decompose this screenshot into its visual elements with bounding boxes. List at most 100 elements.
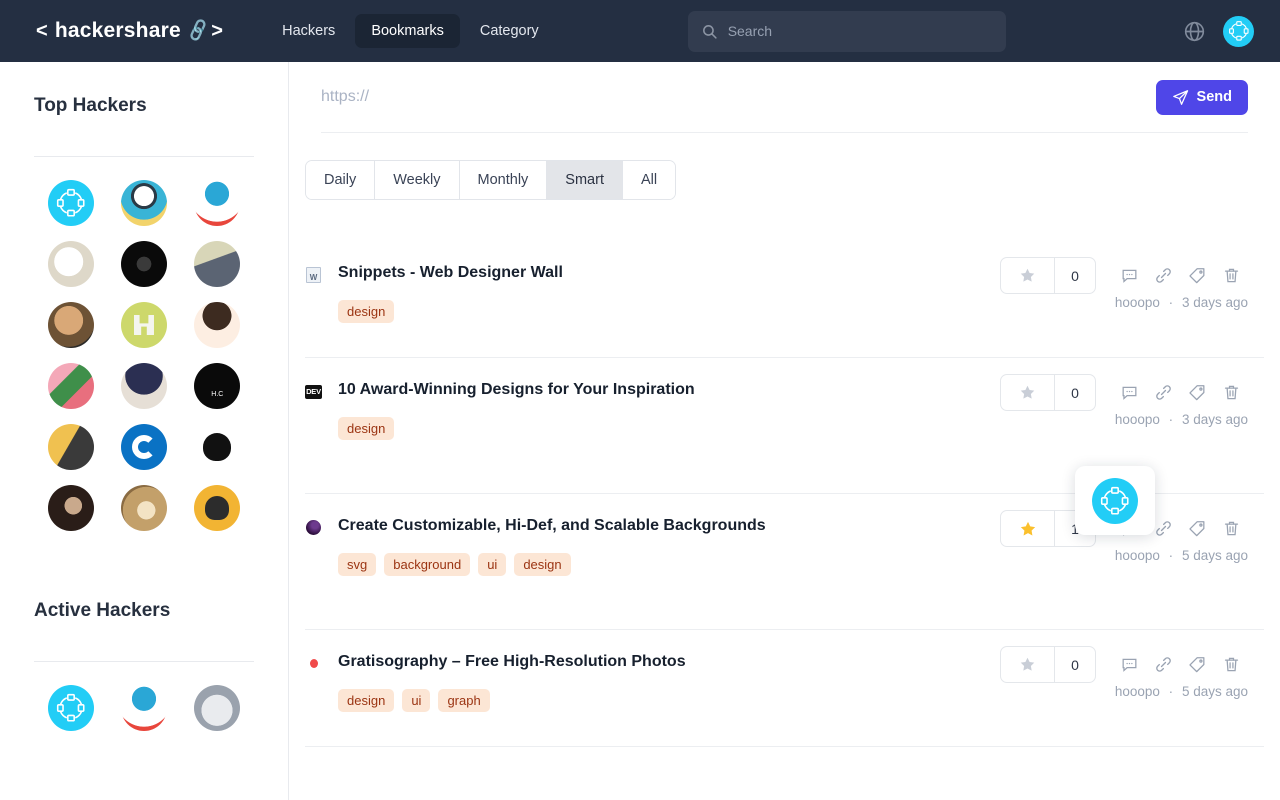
nav-item-bookmarks[interactable]: Bookmarks (355, 14, 460, 48)
hacker-avatar-16[interactable] (47, 485, 94, 531)
section-divider (34, 156, 254, 157)
hacker-avatar-18[interactable] (194, 485, 241, 531)
bookmark-actions: 0 (1000, 257, 1248, 294)
app-header: < hackershare 🔗 > Hackers Bookmarks Cate… (0, 0, 1280, 62)
meta-separator: · (1168, 412, 1174, 427)
tag-chip[interactable]: svg (338, 552, 377, 576)
send-button[interactable]: Send (1155, 79, 1248, 115)
bookmark-time: 5 days ago (1181, 548, 1248, 563)
comment-icon[interactable] (1112, 376, 1146, 410)
hacker-avatar-5[interactable] (120, 241, 167, 287)
hackershare-logo-icon (56, 693, 85, 722)
star-button[interactable] (1001, 375, 1055, 410)
tab-monthly[interactable]: Monthly (459, 161, 548, 199)
star-rate-group: 0 (1000, 257, 1096, 294)
bookmark-author[interactable]: hooopo (1115, 684, 1160, 699)
link-icon[interactable] (1146, 376, 1180, 410)
hacker-avatar-10[interactable] (47, 363, 94, 409)
bookmark-actions: 0 (1000, 374, 1248, 411)
tag-icon[interactable] (1180, 512, 1214, 546)
bookmark-tags: svg background ui design (338, 552, 1248, 576)
meta-separator: · (1168, 548, 1174, 563)
bookmark-title[interactable]: Create Customizable, Hi-Def, and Scalabl… (338, 516, 766, 537)
trash-icon[interactable] (1214, 259, 1248, 293)
active-hacker-avatar-1[interactable] (47, 685, 94, 731)
comment-icon[interactable] (1112, 259, 1146, 293)
star-count[interactable]: 0 (1055, 647, 1095, 682)
trash-icon[interactable] (1214, 512, 1248, 546)
tag-chip[interactable]: design (514, 552, 571, 576)
link-icon[interactable] (1146, 648, 1180, 682)
active-hacker-avatar-2[interactable] (120, 685, 167, 731)
bookmark-title[interactable]: Gratisography – Free High-Resolution Pho… (338, 652, 686, 673)
tag-icon[interactable] (1180, 376, 1214, 410)
link-icon[interactable] (1146, 259, 1180, 293)
hacker-avatar-17[interactable] (120, 485, 167, 531)
hackershare-logo-icon (1228, 21, 1249, 41)
tag-icon[interactable] (1180, 259, 1214, 293)
brand-logo[interactable]: < hackershare 🔗 > (36, 18, 224, 43)
hacker-avatar-15[interactable] (194, 424, 241, 470)
tag-chip[interactable]: graph (438, 688, 490, 712)
active-hacker-avatar-3[interactable] (194, 685, 241, 731)
hacker-avatar-14[interactable] (120, 424, 167, 470)
send-button-label: Send (1196, 89, 1232, 105)
tag-chip[interactable]: background (384, 552, 471, 576)
hacker-avatar-13[interactable] (47, 424, 94, 470)
bookmark-tags: design (338, 299, 1248, 323)
tab-smart[interactable]: Smart (547, 161, 623, 199)
hacker-avatar-12[interactable]: H.C (194, 363, 241, 409)
bookmark-author[interactable]: hooopo (1115, 548, 1160, 563)
tag-chip[interactable]: design (338, 299, 395, 323)
star-count[interactable]: 0 (1055, 375, 1095, 410)
hacker-avatar-6[interactable] (194, 241, 241, 287)
search-input[interactable] (727, 23, 993, 39)
bookmark-title[interactable]: Snippets - Web Designer Wall (338, 263, 563, 284)
list-divider (305, 746, 1264, 747)
sidebar: Top Hackers H.C Active Hackers (0, 62, 289, 800)
popover-avatar[interactable] (1092, 477, 1138, 524)
bookmark-item: Gratisography – Free High-Resolution Pho… (289, 630, 1280, 746)
trash-icon[interactable] (1214, 648, 1248, 682)
star-button[interactable] (1001, 258, 1055, 293)
tag-icon[interactable] (1180, 648, 1214, 682)
bookmark-title[interactable]: 10 Award-Winning Designs for Your Inspir… (338, 380, 695, 401)
tag-chip[interactable]: ui (402, 688, 431, 712)
nav-item-hackers[interactable]: Hackers (266, 14, 351, 48)
hacker-avatar-2[interactable] (120, 180, 167, 226)
url-input[interactable] (321, 88, 1156, 106)
tab-weekly[interactable]: Weekly (375, 161, 460, 199)
search-icon (702, 24, 717, 39)
tag-chip[interactable]: ui (478, 552, 507, 576)
hacker-avatar-4[interactable] (47, 241, 94, 287)
hacker-avatar-3[interactable] (194, 180, 241, 226)
search-box[interactable] (687, 10, 1006, 52)
hacker-avatar-9[interactable] (194, 302, 241, 348)
trash-icon[interactable] (1214, 376, 1248, 410)
star-rate-group: 0 (1000, 646, 1096, 683)
hackershare-logo-icon (56, 188, 85, 217)
user-avatar[interactable] (1223, 15, 1254, 47)
comment-icon[interactable] (1112, 648, 1146, 682)
globe-icon[interactable] (1183, 20, 1206, 43)
hacker-avatar-7[interactable] (47, 302, 94, 348)
bookmark-author[interactable]: hooopo (1115, 412, 1160, 427)
star-button[interactable] (1001, 511, 1055, 546)
tab-all[interactable]: All (622, 161, 676, 199)
hacker-avatar-1[interactable] (47, 180, 94, 226)
star-button[interactable] (1001, 647, 1055, 682)
bookmark-author[interactable]: hooopo (1115, 295, 1160, 310)
bookmark-time: 3 days ago (1181, 295, 1248, 310)
hacker-avatar-11[interactable] (120, 363, 167, 409)
dev-black-badge-icon: DEV (305, 383, 322, 400)
hacker-avatar-8[interactable] (120, 302, 167, 348)
tab-daily[interactable]: Daily (306, 161, 376, 199)
top-hackers-avatar-grid: H.C (34, 180, 254, 531)
star-count[interactable]: 0 (1055, 258, 1095, 293)
nav-item-category[interactable]: Category (464, 14, 555, 48)
tag-chip[interactable]: design (338, 688, 395, 712)
top-hackers-title: Top Hackers (34, 95, 147, 116)
brand-right-angle: > (211, 19, 224, 42)
tag-chip[interactable]: design (338, 416, 395, 440)
main-nav: Hackers Bookmarks Category (266, 14, 555, 48)
